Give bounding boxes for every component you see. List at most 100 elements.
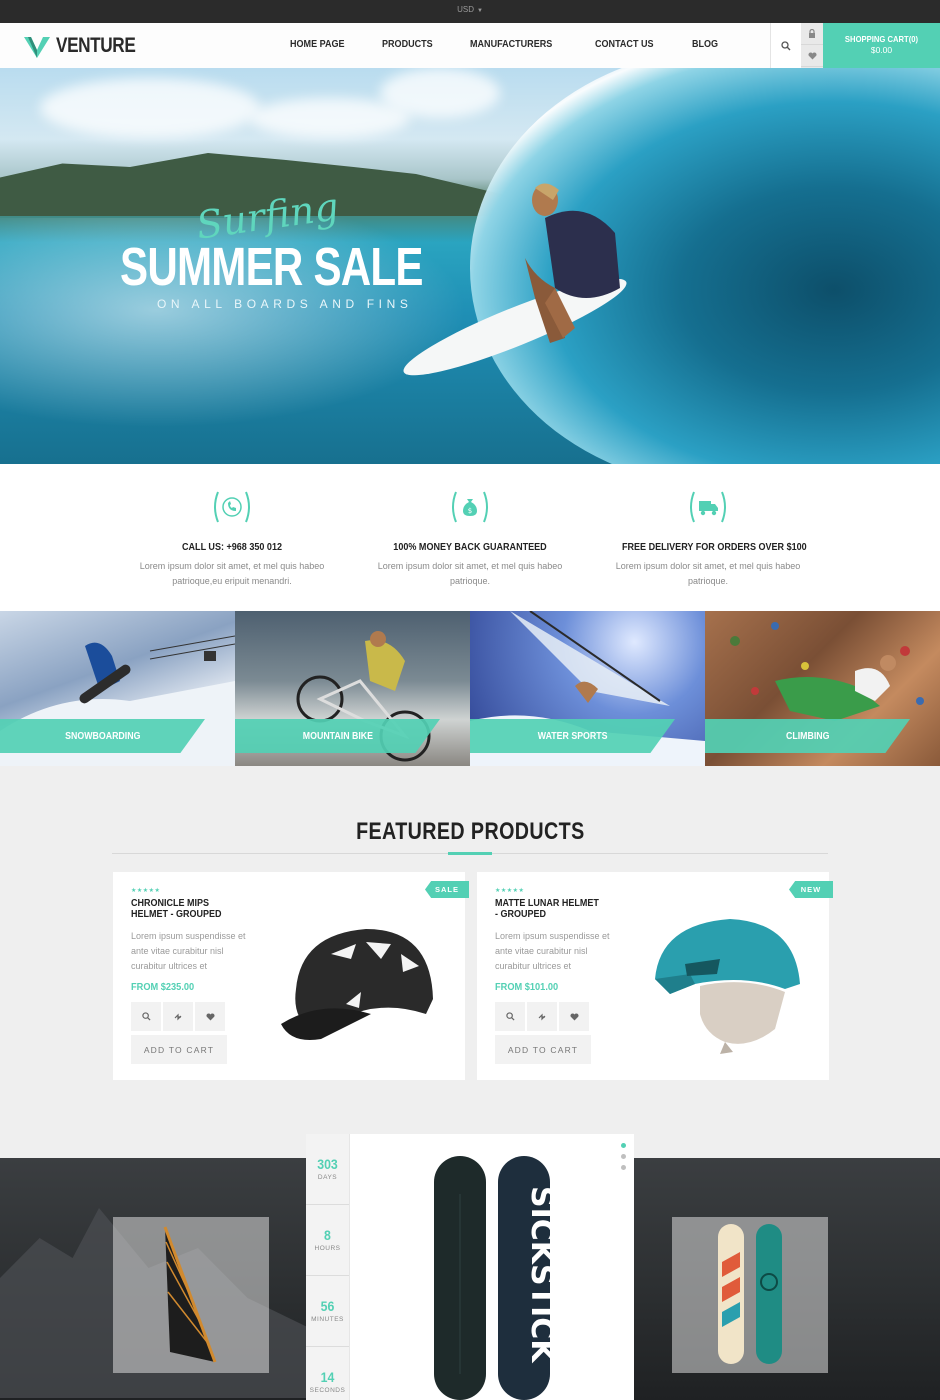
category-tiles: SNOWBOARDING MOUNTAIN BIKE WATER SPORTS … bbox=[0, 611, 940, 766]
phone-icon bbox=[210, 488, 254, 526]
svg-text:$: $ bbox=[468, 507, 472, 515]
compare-button[interactable] bbox=[527, 1002, 557, 1031]
feature-title: 100% MONEY BACK GUARANTEED bbox=[393, 541, 547, 553]
header: VENTURE HOME PAGE PRODUCTS MANUFACTURERS… bbox=[0, 23, 940, 68]
category-label-ribbon: SNOWBOARDING bbox=[0, 719, 205, 753]
featured-products-title: FEATURED PRODUCTS bbox=[355, 818, 585, 845]
helmet-image bbox=[281, 929, 433, 1040]
main-nav: HOME PAGE PRODUCTS MANUFACTURERS CONTACT… bbox=[290, 38, 751, 50]
product-actions bbox=[495, 1002, 589, 1031]
nav-blog[interactable]: BLOG bbox=[692, 38, 718, 50]
product-card[interactable]: ★★★★★ MATTE LUNAR HELMET - GROUPED Lorem… bbox=[477, 872, 833, 1080]
new-badge: NEW bbox=[789, 881, 833, 898]
venture-logo-icon bbox=[24, 37, 50, 58]
category-label: MOUNTAIN BIKE bbox=[302, 730, 373, 742]
currency-label: USD bbox=[457, 5, 474, 14]
account-wishlist-column bbox=[801, 23, 823, 68]
hero-banner[interactable]: Surfing SUMMER SALE ON ALL BOARDS AND FI… bbox=[0, 68, 940, 464]
category-label-ribbon: WATER SPORTS bbox=[470, 719, 675, 753]
quick-view-button[interactable] bbox=[495, 1002, 525, 1031]
cart-total: $0.00 bbox=[870, 45, 893, 55]
category-label-ribbon: MOUNTAIN BIKE bbox=[235, 719, 440, 753]
category-label: CLIMBING bbox=[785, 730, 830, 742]
countdown-value: 8 bbox=[324, 1227, 331, 1243]
countdown-label: MINUTES bbox=[311, 1316, 344, 1323]
countdown-days: 303 DAYS bbox=[306, 1134, 349, 1205]
currency-selector[interactable]: USD ▼ bbox=[0, 5, 940, 14]
delivery-truck-icon bbox=[686, 488, 730, 526]
money-bag-icon: $ bbox=[448, 488, 492, 526]
countdown-hours: 8 HOURS bbox=[306, 1205, 349, 1276]
surfer-image bbox=[525, 183, 620, 343]
shopping-cart-button[interactable]: SHOPPING CART(0) $0.00 bbox=[823, 23, 940, 68]
wishlist-button[interactable] bbox=[801, 45, 823, 67]
heart-icon bbox=[569, 1012, 579, 1020]
lock-icon bbox=[809, 29, 815, 38]
nav-contact[interactable]: CONTACT US bbox=[595, 38, 654, 50]
product-name[interactable]: MATTE LUNAR HELMET - GROUPED bbox=[495, 898, 603, 920]
sale-badge: SALE bbox=[425, 881, 469, 898]
feature-desc: Lorem ipsum dolor sit amet, et mel quis … bbox=[615, 561, 801, 586]
feature-desc: Lorem ipsum dolor sit amet, et mel quis … bbox=[377, 561, 563, 586]
category-mountain-bike[interactable]: MOUNTAIN BIKE bbox=[235, 611, 470, 766]
slider-dot[interactable] bbox=[620, 1154, 626, 1159]
logo[interactable]: VENTURE bbox=[24, 31, 153, 61]
feature-free-delivery: FREE DELIVERY FOR ORDERS OVER $100 Lorem… bbox=[608, 488, 808, 589]
product-name[interactable]: CHRONICLE MIPS HELMET - GROUPED bbox=[131, 898, 239, 920]
countdown-label: SECONDS bbox=[309, 1387, 346, 1394]
account-button[interactable] bbox=[801, 23, 823, 45]
nav-manufacturers[interactable]: MANUFACTURERS bbox=[470, 38, 552, 50]
product-price: FROM $101.00 bbox=[495, 981, 559, 993]
feature-desc: Lorem ipsum dolor sit amet, et mel quis … bbox=[139, 561, 325, 586]
deal-spotlight[interactable]: SICKSTICK bbox=[350, 1134, 634, 1400]
top-bar: USD ▼ bbox=[0, 0, 940, 23]
product-price: FROM $235.00 bbox=[131, 981, 195, 993]
helmet-image bbox=[655, 919, 800, 1054]
heart-icon bbox=[807, 51, 817, 59]
add-to-cart-button[interactable]: ADD TO CART bbox=[131, 1035, 227, 1064]
heart-icon bbox=[205, 1012, 215, 1020]
rating-stars: ★★★★★ bbox=[495, 888, 525, 894]
product-card[interactable]: ★★★★★ CHRONICLE MIPS HELMET - GROUPED Lo… bbox=[113, 872, 469, 1080]
cart-label: SHOPPING CART(0) bbox=[844, 34, 919, 44]
search-icon bbox=[141, 1012, 151, 1021]
countdown-minutes: 56 MINUTES bbox=[306, 1276, 349, 1347]
add-to-cart-button[interactable]: ADD TO CART bbox=[495, 1035, 591, 1064]
deal-countdown: 303 DAYS 8 HOURS 56 MINUTES 14 SECONDS bbox=[306, 1134, 350, 1400]
feature-title: CALL US: +968 350 012 bbox=[182, 541, 282, 553]
slider-dot[interactable] bbox=[620, 1143, 626, 1148]
category-label-ribbon: CLIMBING bbox=[705, 719, 910, 753]
nav-home[interactable]: HOME PAGE bbox=[290, 38, 345, 50]
board-print: SICKSTICK bbox=[524, 1186, 559, 1364]
countdown-value: 56 bbox=[320, 1298, 335, 1314]
category-snowboarding[interactable]: SNOWBOARDING bbox=[0, 611, 235, 766]
compare-icon bbox=[538, 1013, 546, 1020]
brand-name: VENTURE bbox=[56, 34, 136, 57]
category-label: SNOWBOARDING bbox=[64, 730, 141, 742]
hero-headline: SUMMER SALE bbox=[120, 237, 423, 297]
product-desc: Lorem ipsum suspendisse et ante vitae cu… bbox=[495, 931, 610, 971]
category-water-sports[interactable]: WATER SPORTS bbox=[470, 611, 705, 766]
search-button[interactable] bbox=[770, 23, 801, 68]
product-actions bbox=[131, 1002, 225, 1031]
category-label: WATER SPORTS bbox=[537, 730, 608, 742]
search-icon bbox=[505, 1012, 515, 1021]
search-icon bbox=[781, 40, 791, 50]
section-accent-bar bbox=[448, 852, 492, 855]
compare-icon bbox=[174, 1013, 182, 1020]
category-climbing[interactable]: CLIMBING bbox=[705, 611, 940, 766]
nav-products[interactable]: PRODUCTS bbox=[382, 38, 433, 50]
feature-strip: CALL US: +968 350 012 Lorem ipsum dolor … bbox=[0, 464, 940, 611]
feature-title: FREE DELIVERY FOR ORDERS OVER $100 bbox=[622, 541, 807, 553]
compare-button[interactable] bbox=[163, 1002, 193, 1031]
hero-subline: ON ALL BOARDS AND FINS bbox=[157, 297, 413, 311]
quick-view-button[interactable] bbox=[131, 1002, 161, 1031]
windsurf-sail-image bbox=[163, 1226, 217, 1363]
slider-dots bbox=[612, 1143, 634, 1191]
wishlist-button[interactable] bbox=[195, 1002, 225, 1031]
wishlist-button[interactable] bbox=[559, 1002, 589, 1031]
rating-stars: ★★★★★ bbox=[131, 888, 161, 894]
countdown-value: 303 bbox=[317, 1156, 338, 1172]
slider-dot[interactable] bbox=[620, 1165, 626, 1170]
snowboards-thumb-image bbox=[718, 1224, 782, 1364]
